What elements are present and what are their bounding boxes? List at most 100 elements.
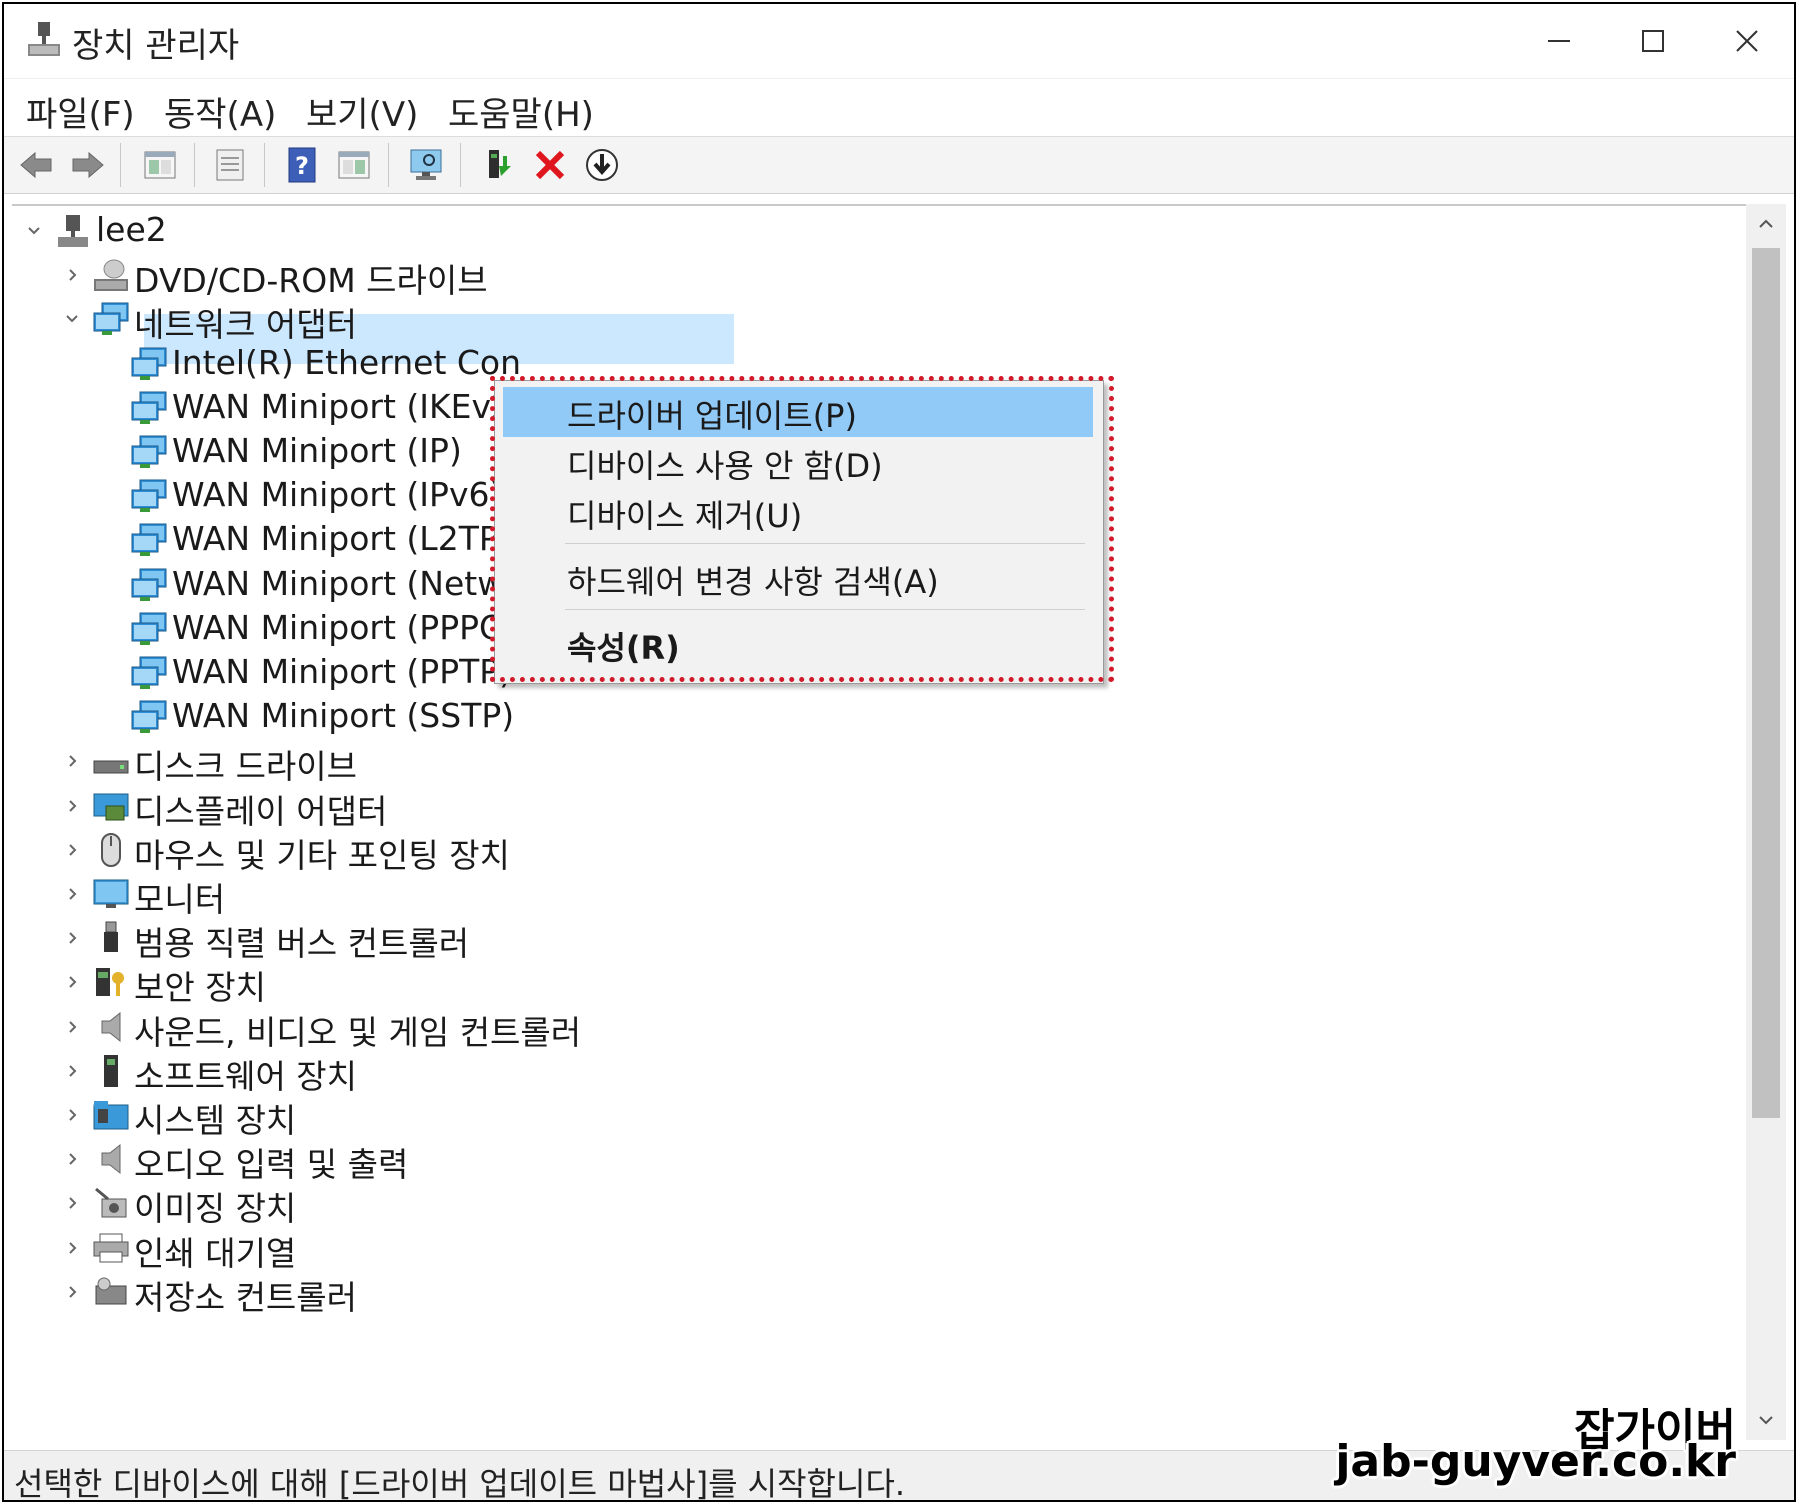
tree-label: WAN Miniport (IP) xyxy=(172,431,462,470)
chevron-right-icon[interactable] xyxy=(60,794,84,818)
tree-label: WAN Miniport (IKEv2 xyxy=(172,386,513,426)
context-item-update-driver[interactable]: 드라이버 업데이트(P) xyxy=(503,387,1093,437)
tree-label: WAN Miniport (PPTP) xyxy=(172,652,513,691)
forward-icon xyxy=(72,151,104,179)
chevron-right-icon[interactable] xyxy=(60,1280,84,1304)
show-hide-tree-button[interactable] xyxy=(138,143,182,187)
context-item-scan-hardware[interactable]: 하드웨어 변경 사항 검색(A) xyxy=(503,553,1093,603)
chevron-right-icon[interactable] xyxy=(60,970,84,994)
tree-category[interactable]: 시스템 장치 xyxy=(12,1090,1712,1140)
back-icon xyxy=(20,151,52,179)
menu-action[interactable]: 동작(A) xyxy=(164,87,276,136)
update-driver-icon xyxy=(489,150,511,178)
device-manager-window: 장치 관리자 파일(F) 동작(A) 보기(V) 도움말(H) ? lee2 D… xyxy=(2,2,1796,1502)
tree-category[interactable]: 보안 장치 xyxy=(12,957,1712,1007)
context-item-label: 하드웨어 변경 사항 검색(A) xyxy=(567,563,939,601)
network-adapter-icon xyxy=(131,700,167,734)
tree-category[interactable]: 네트워크 어댑터 xyxy=(12,294,1712,344)
monitor-icon xyxy=(93,879,129,908)
camera-icon xyxy=(95,1188,127,1218)
chevron-right-icon[interactable] xyxy=(60,1059,84,1083)
tree-label: WAN Miniport (Netw xyxy=(172,563,505,603)
back-button[interactable] xyxy=(14,143,58,187)
monitor-scan-icon xyxy=(410,149,442,180)
maximize-button[interactable] xyxy=(1618,14,1688,68)
toolbar-separator xyxy=(120,143,121,187)
menu-file[interactable]: 파일(F) xyxy=(26,87,135,136)
chevron-right-icon[interactable] xyxy=(60,1015,84,1039)
computer-icon xyxy=(58,215,88,247)
disable-button[interactable] xyxy=(580,143,624,187)
tree-category[interactable]: 오디오 입력 및 출력 xyxy=(12,1134,1712,1184)
tree-category[interactable]: DVD/CD-ROM 드라이브 xyxy=(12,250,1712,300)
chevron-right-icon[interactable] xyxy=(60,838,84,862)
tree-device[interactable]: WAN Miniport (SSTP) xyxy=(12,692,1712,742)
chevron-down-icon[interactable] xyxy=(22,219,46,243)
context-item-label: 디바이스 사용 안 함(D) xyxy=(567,447,883,485)
chevron-right-icon[interactable] xyxy=(60,1236,84,1260)
network-adapter-icon xyxy=(131,479,167,513)
tree-category[interactable]: 마우스 및 기타 포인팅 장치 xyxy=(12,825,1712,875)
menu-view[interactable]: 보기(V) xyxy=(306,87,418,136)
scroll-up-icon[interactable] xyxy=(1754,212,1778,236)
tree-category[interactable]: 범용 직렬 버스 컨트롤러 xyxy=(12,913,1712,963)
help-button[interactable]: ? xyxy=(280,143,324,187)
scan-hardware-button[interactable] xyxy=(404,143,448,187)
tree-category[interactable]: 소프트웨어 장치 xyxy=(12,1046,1712,1096)
tree-category[interactable]: 모니터 xyxy=(12,869,1712,919)
context-item-properties[interactable]: 속성(R) xyxy=(503,619,1093,669)
scrollbar-thumb[interactable] xyxy=(1752,248,1780,1118)
svg-text:?: ? xyxy=(295,152,309,180)
tree-category[interactable]: 저장소 컨트롤러 xyxy=(12,1267,1712,1317)
menu-bar: 파일(F) 동작(A) 보기(V) 도움말(H) xyxy=(4,78,1794,137)
chevron-right-icon[interactable] xyxy=(60,749,84,773)
action-pane-button[interactable] xyxy=(332,143,376,187)
uninstall-button[interactable] xyxy=(528,143,572,187)
title-bar: 장치 관리자 xyxy=(4,4,1794,78)
context-item-disable-device[interactable]: 디바이스 사용 안 함(D) xyxy=(503,437,1093,487)
chevron-right-icon[interactable] xyxy=(60,1191,84,1215)
tree-label: lee2 xyxy=(96,210,167,249)
security-key-icon xyxy=(96,968,124,997)
vertical-scrollbar[interactable] xyxy=(1746,204,1786,1440)
minimize-button[interactable] xyxy=(1524,14,1594,68)
menu-help[interactable]: 도움말(H) xyxy=(448,87,594,136)
tree-label: Intel(R) Ethernet Con xyxy=(172,342,522,382)
tree-label: WAN Miniport (PPPOE) xyxy=(172,607,539,647)
network-adapter-icon xyxy=(131,523,167,557)
tree-root[interactable]: lee2 xyxy=(12,206,1712,256)
mouse-icon xyxy=(101,832,121,867)
speaker-icon xyxy=(101,1011,121,1042)
tree-category[interactable]: 디스크 드라이브 xyxy=(12,736,1712,786)
chevron-right-icon[interactable] xyxy=(60,926,84,950)
context-item-label: 드라이버 업데이트(P) xyxy=(567,397,857,435)
chevron-right-icon[interactable] xyxy=(60,263,84,287)
context-item-uninstall-device[interactable]: 디바이스 제거(U) xyxy=(503,487,1093,537)
network-adapter-icon xyxy=(131,347,167,380)
chevron-down-icon[interactable] xyxy=(60,307,84,331)
chevron-right-icon[interactable] xyxy=(60,1147,84,1171)
dvd-drive-icon xyxy=(94,259,128,292)
close-icon xyxy=(1736,30,1758,52)
properties-button[interactable] xyxy=(208,143,252,187)
toolbar-separator xyxy=(264,143,265,187)
forward-button[interactable] xyxy=(66,143,110,187)
update-driver-button[interactable] xyxy=(478,143,522,187)
tree-category[interactable]: 사운드, 비디오 및 게임 컨트롤러 xyxy=(12,1002,1712,1052)
network-adapter-icon xyxy=(131,435,167,468)
tree-category[interactable]: 이미징 장치 xyxy=(12,1178,1712,1228)
tree-label: WAN Miniport (IPv6) xyxy=(172,475,503,515)
scroll-down-icon[interactable] xyxy=(1754,1408,1778,1432)
close-button[interactable] xyxy=(1712,14,1782,68)
chevron-right-icon[interactable] xyxy=(60,1103,84,1127)
chevron-right-icon[interactable] xyxy=(60,882,84,906)
tree-category[interactable]: 디스플레이 어댑터 xyxy=(12,781,1712,831)
display-adapter-icon xyxy=(93,793,129,821)
system-folder-icon xyxy=(93,1101,129,1130)
context-item-label: 디바이스 제거(U) xyxy=(567,497,803,535)
tree-category[interactable]: 인쇄 대기열 xyxy=(12,1223,1712,1273)
network-adapter-icon xyxy=(131,612,167,645)
watermark-line2: jab-guyver.co.kr xyxy=(1335,1436,1736,1487)
disk-drive-icon xyxy=(93,760,129,774)
properties-icon xyxy=(216,149,244,181)
